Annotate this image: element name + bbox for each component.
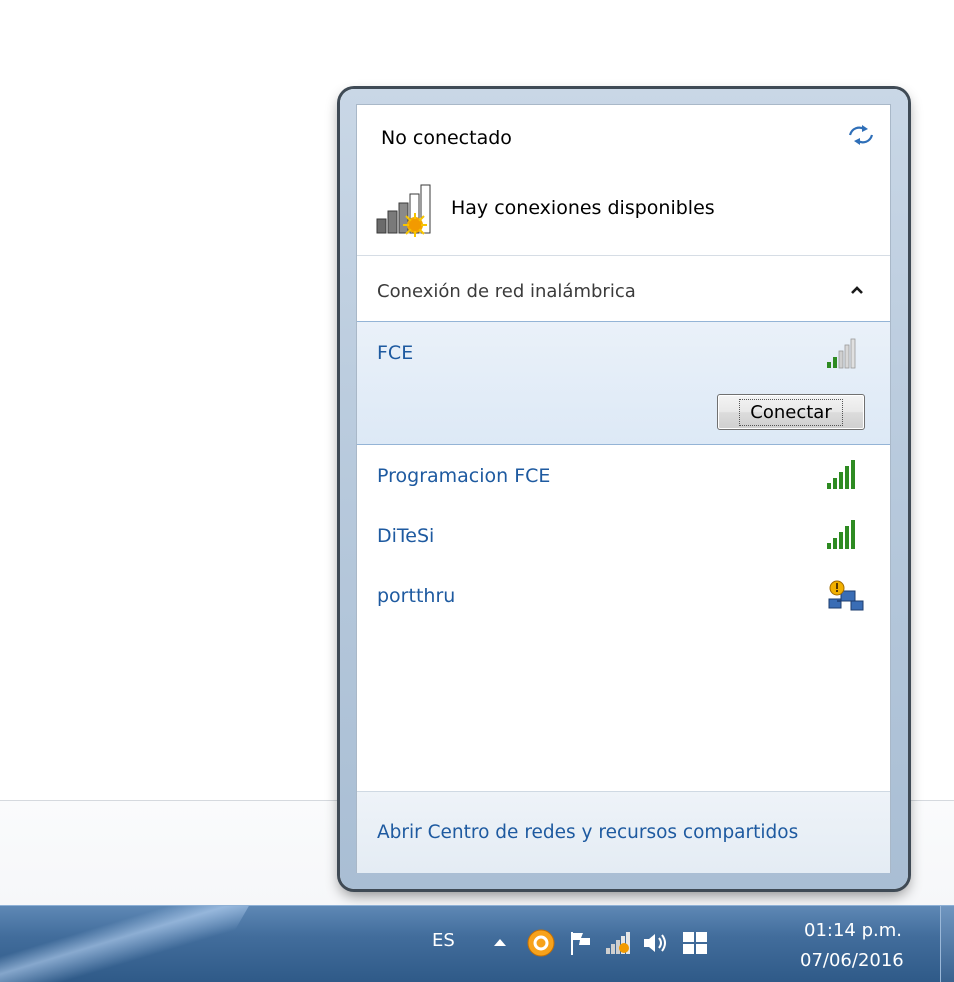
network-item[interactable]: Programacion FCE bbox=[357, 451, 890, 509]
signal-strength-icon bbox=[827, 520, 855, 549]
network-name: FCE bbox=[377, 342, 414, 364]
network-name: Programacion FCE bbox=[377, 465, 551, 487]
connections-available-icon bbox=[376, 184, 431, 237]
signal-strength-icon bbox=[827, 338, 856, 369]
chevron-up-icon[interactable] bbox=[847, 281, 867, 299]
show-hidden-icons-icon[interactable] bbox=[490, 934, 510, 950]
network-flyout: No conectado Hay conexiones disponibles … bbox=[356, 104, 891, 873]
action-center-flag-icon[interactable] bbox=[566, 928, 596, 958]
clock-time[interactable]: 01:14 p.m. bbox=[804, 920, 902, 941]
show-desktop-button[interactable] bbox=[940, 906, 954, 982]
language-indicator[interactable]: ES bbox=[432, 930, 455, 951]
network-icon[interactable] bbox=[604, 928, 634, 958]
volume-icon[interactable] bbox=[640, 928, 670, 958]
network-name: portthru bbox=[377, 585, 456, 607]
signal-strength-icon bbox=[827, 460, 855, 489]
status-title: No conectado bbox=[381, 127, 512, 149]
flyout-footer: Abrir Centro de redes y recursos compart… bbox=[357, 791, 890, 873]
open-network-center-link[interactable]: Abrir Centro de redes y recursos compart… bbox=[377, 822, 798, 843]
availability-text: Hay conexiones disponibles bbox=[451, 197, 715, 219]
refresh-icon[interactable] bbox=[847, 123, 875, 147]
windows-icon[interactable] bbox=[680, 928, 710, 958]
connect-button[interactable]: Conectar bbox=[717, 394, 865, 430]
network-name: DiTeSi bbox=[377, 525, 435, 547]
wireless-section-header[interactable]: Conexión de red inalámbrica bbox=[357, 255, 890, 319]
start-area-glow[interactable] bbox=[0, 906, 255, 982]
unsecured-network-icon bbox=[828, 580, 864, 611]
section-label: Conexión de red inalámbrica bbox=[377, 281, 636, 302]
taskbar: ES 01:14 p.m. 07/06/2016 bbox=[0, 905, 954, 982]
network-item[interactable]: DiTeSi bbox=[357, 511, 890, 569]
network-item[interactable]: portthru bbox=[357, 571, 890, 629]
app-orange-icon[interactable] bbox=[526, 928, 556, 958]
connect-button-label: Conectar bbox=[739, 398, 843, 426]
clock-date[interactable]: 07/06/2016 bbox=[800, 950, 904, 971]
network-item-selected[interactable]: FCE Conectar bbox=[357, 321, 890, 445]
